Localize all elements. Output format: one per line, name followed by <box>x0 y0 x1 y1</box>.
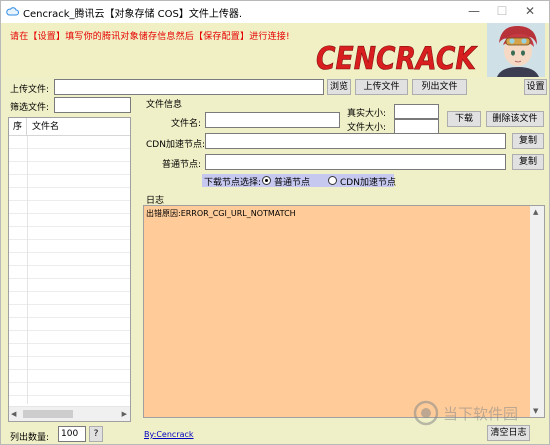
download-node-selector: 下载节点选择: 普通节点 CDN加速节点 <box>202 174 396 188</box>
scroll-left-icon[interactable]: ◀ <box>11 410 16 418</box>
log-text: 出错原因:ERROR_CGI_URL_NOTMATCH <box>146 209 296 218</box>
svg-text:CENCRACK: CENCRACK <box>316 41 478 77</box>
real-size-label: 真实大小: <box>347 109 387 119</box>
settings-button[interactable]: 设置 <box>524 79 547 95</box>
file-size-label: 文件大小: <box>347 123 387 133</box>
log-textarea[interactable]: 出错原因:ERROR_CGI_URL_NOTMATCH ▲ ▼ <box>143 205 545 418</box>
maximize-button[interactable]: ☐ <box>487 1 517 23</box>
list-files-button[interactable]: 列出文件 <box>412 79 467 95</box>
filter-label: 筛选文件: <box>10 103 50 113</box>
filename-field[interactable] <box>205 112 340 128</box>
upload-file-input[interactable] <box>54 79 324 95</box>
minimize-button[interactable]: — <box>459 1 489 23</box>
copy-cdn-button[interactable]: 复制 <box>512 133 544 149</box>
upload-file-label: 上传文件: <box>10 85 50 95</box>
node-select-label: 下载节点选择: <box>204 178 262 188</box>
cdn-node-field[interactable] <box>205 133 506 149</box>
clear-log-button[interactable]: 清空日志 <box>487 425 530 441</box>
column-header-index[interactable]: 序 <box>9 118 27 136</box>
normal-node-label: 普通节点: <box>162 160 202 170</box>
list-count-input[interactable]: 100 <box>58 426 86 442</box>
file-info-group-title: 文件信息 <box>146 100 183 110</box>
file-size-field[interactable] <box>394 119 439 134</box>
list-count-label: 列出数量: <box>10 433 50 443</box>
filename-label: 文件名: <box>171 119 202 129</box>
filter-input[interactable] <box>54 97 131 113</box>
delete-file-button[interactable]: 删除该文件 <box>486 111 544 127</box>
author-link[interactable]: By:Cencrack <box>144 430 194 439</box>
window-title: Cencrack_腾讯云【对象存储 COS】文件上传器. <box>23 9 243 20</box>
radio-normal-node[interactable] <box>262 176 271 185</box>
scroll-thumb[interactable] <box>23 410 73 418</box>
cdn-node-label: CDN加速节点: <box>146 140 205 150</box>
vertical-scrollbar[interactable]: ▲ ▼ <box>530 206 544 417</box>
avatar-image <box>487 23 545 77</box>
file-list-header: 序 文件名 <box>9 118 130 136</box>
browse-button[interactable]: 浏览 <box>327 79 351 95</box>
cloud-app-icon <box>6 7 19 16</box>
file-list[interactable]: 序 文件名 ◀ ▶ <box>8 117 131 422</box>
banner: 请在【设置】填写你的腾讯对象储存信息然后【保存配置】进行连接! CENCRACK <box>2 23 548 77</box>
radio-cdn-node-label[interactable]: CDN加速节点 <box>340 175 396 188</box>
close-button[interactable]: ✕ <box>515 1 545 23</box>
svg-text:当下软件园: 当下软件园 <box>443 405 518 423</box>
normal-node-field[interactable] <box>205 154 506 170</box>
horizontal-scrollbar[interactable]: ◀ ▶ <box>9 406 130 421</box>
radio-cdn-node[interactable] <box>328 176 337 185</box>
scroll-up-icon[interactable]: ▲ <box>533 208 538 216</box>
file-list-body[interactable] <box>9 136 130 404</box>
watermark-logo: 当下软件园 <box>413 400 518 426</box>
cencrack-logo: CENCRACK <box>316 41 478 78</box>
copy-normal-button[interactable]: 复制 <box>512 154 544 170</box>
title-bar: Cencrack_腾讯云【对象存储 COS】文件上传器. — ☐ ✕ <box>1 1 549 23</box>
real-size-field[interactable] <box>394 104 439 119</box>
upload-button[interactable]: 上传文件 <box>355 79 408 95</box>
app-window: Cencrack_腾讯云【对象存储 COS】文件上传器. — ☐ ✕ 请在【设置… <box>0 0 550 445</box>
radio-normal-node-label[interactable]: 普通节点 <box>274 175 310 188</box>
download-button[interactable]: 下载 <box>447 111 481 127</box>
scroll-right-icon[interactable]: ▶ <box>122 410 127 418</box>
connection-hint: 请在【设置】填写你的腾讯对象储存信息然后【保存配置】进行连接! <box>10 32 290 42</box>
help-button[interactable]: ? <box>89 426 103 442</box>
column-header-filename[interactable]: 文件名 <box>27 118 130 136</box>
